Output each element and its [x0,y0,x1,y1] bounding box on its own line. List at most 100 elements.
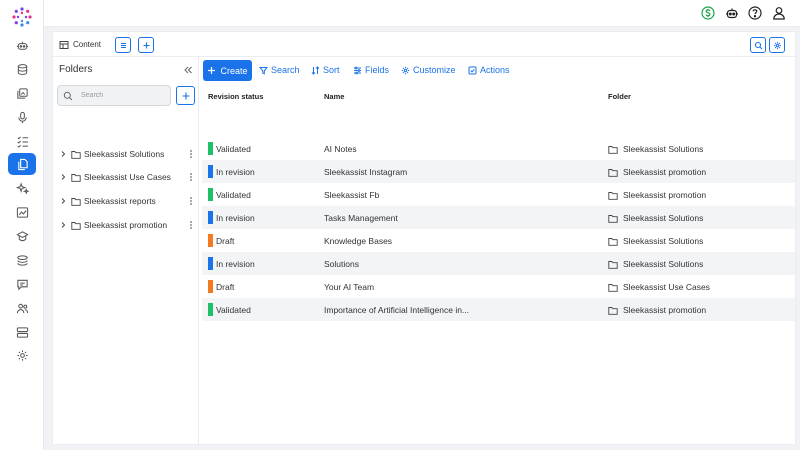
create-button[interactable]: Create [203,60,252,81]
customize-button[interactable]: Customize [401,65,456,75]
content-area: Create Search Sort Fields Customize Acti… [199,57,795,444]
left-rail [0,0,44,450]
row-name[interactable]: Knowledge Bases [324,236,392,246]
status-color-bar [208,211,213,224]
folder-icon [71,197,81,206]
rail-documents[interactable] [8,153,36,175]
folder-search-field[interactable] [57,85,171,106]
search-icon [63,91,73,100]
sort-button[interactable]: Sort [311,65,340,75]
rail-school[interactable] [8,225,36,247]
folder-label: Sleekassist reports [84,196,156,206]
rail-users[interactable] [8,297,36,319]
row-name[interactable]: Solutions [324,259,359,269]
list-view-button[interactable] [115,37,131,53]
add-folder-button[interactable] [176,86,195,105]
col-revision-status[interactable]: Revision status [208,92,263,101]
app-logo[interactable] [11,6,33,28]
rail-bot[interactable] [8,34,36,56]
tab-content[interactable]: Content [59,37,101,52]
table-row[interactable]: In revision Tasks Management Sleekassist S… [202,206,795,229]
folder-item[interactable]: Sleekassist reports [59,194,195,208]
search-icon [754,41,762,49]
table-row[interactable]: Validated Sleekassist Fb Sleekassist promo… [202,183,795,206]
rail-microphone[interactable] [8,106,36,128]
col-folder[interactable]: Folder [608,92,631,101]
database-icon [17,63,27,75]
users-icon [16,303,28,313]
status-text: Validated [216,304,251,315]
table-row[interactable]: Validated Importance of Artificial Intell… [202,298,795,321]
rail-settings[interactable] [8,344,36,366]
folder-label: Sleekassist promotion [84,220,168,230]
row-folder: Sleekassist promotion [608,190,706,200]
help-button[interactable] [747,5,763,21]
row-folder: Sleekassist Solutions [608,259,703,269]
gear-icon [773,41,781,49]
status-color-bar [208,303,213,316]
rail-sparkle[interactable] [8,177,36,199]
status-text: In revision [216,212,255,223]
rail-chat[interactable] [8,273,36,295]
more-vertical-icon[interactable] [189,172,193,182]
status-color-bar [208,188,213,201]
folder-icon [71,173,81,182]
chevron-right-icon[interactable] [59,150,67,158]
more-vertical-icon[interactable] [189,220,193,230]
status-text: Draft [216,235,235,246]
row-folder: Sleekassist promotion [608,167,706,177]
more-vertical-icon[interactable] [189,149,193,159]
chevron-right-icon[interactable] [59,173,67,181]
billing-button[interactable] [700,5,716,21]
plus-icon [143,42,149,48]
folder-item[interactable]: Sleekassist Solutions [59,147,195,161]
actions-button[interactable]: Actions [468,65,510,75]
col-name[interactable]: Name [324,92,344,101]
revision-status: In revision [208,257,255,270]
row-name[interactable]: AI Notes [324,144,357,154]
fields-label: Fields [365,65,390,75]
search-tool-button[interactable]: Search [259,65,300,75]
profile-button[interactable] [771,5,787,21]
more-vertical-icon[interactable] [189,196,193,206]
table-row[interactable]: In revision Solutions Sleekassist Solution… [202,252,795,275]
revision-status: Validated [208,142,251,155]
global-search-button[interactable] [750,37,766,53]
assistant-button[interactable] [724,5,740,21]
row-name[interactable]: Tasks Management [324,213,398,223]
table-row[interactable]: Draft Knowledge Bases Sleekassist Solution… [202,229,795,252]
revision-status: Draft [208,280,234,293]
chat-icon [16,279,28,290]
folder-icon [608,214,618,223]
collapse-panel-icon[interactable] [183,65,193,75]
fields-button[interactable]: Fields [353,65,389,75]
row-name[interactable]: Sleekassist Fb [324,190,379,200]
layers-icon [16,254,28,266]
folder-item[interactable]: Sleekassist Use Cases [59,170,195,184]
gear-icon [401,66,410,74]
add-tab-button[interactable] [138,37,154,53]
folder-search-input[interactable] [81,92,166,99]
documents-icon [17,158,28,170]
rail-server[interactable] [8,321,36,343]
folder-item[interactable]: Sleekassist promotion [59,218,195,232]
folders-panel: Folders Sleekassist Solutions Sleekassis… [53,57,199,444]
chevron-right-icon[interactable] [59,221,67,229]
rail-checklist[interactable] [8,130,36,152]
table-row[interactable]: In revision Sleekassist Instagram Sleekass… [202,160,795,183]
panel-settings-button[interactable] [769,37,785,53]
row-name[interactable]: Sleekassist Instagram [324,167,407,177]
status-text: Draft [216,281,235,292]
row-name[interactable]: Importance of Artificial Intelligence in… [324,305,469,315]
rail-database[interactable] [8,58,36,80]
actions-label: Actions [480,65,510,75]
bot-icon [16,41,28,50]
folders-title: Folders [59,64,93,75]
row-name[interactable]: Your AI Team [324,282,374,292]
chevron-right-icon[interactable] [59,197,67,205]
rail-analytics[interactable] [8,201,36,223]
rail-layers[interactable] [8,249,36,271]
table-row[interactable]: Draft Your AI Team Sleekassist Use Cases [202,275,795,298]
table-row[interactable]: Validated AI Notes Sleekassist Solutions [202,137,795,160]
rail-media[interactable] [8,82,36,104]
